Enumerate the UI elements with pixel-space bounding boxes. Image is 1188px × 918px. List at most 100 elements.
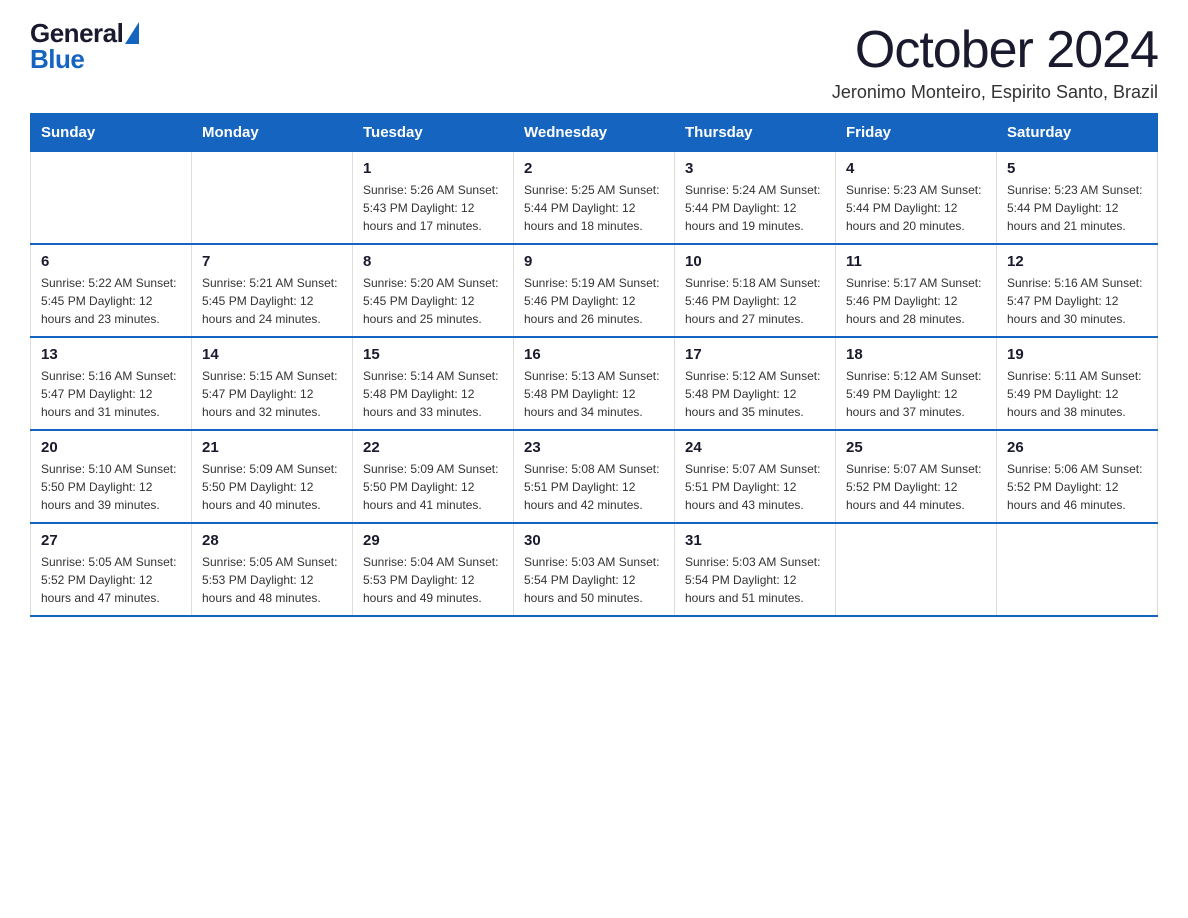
day-detail: Sunrise: 5:21 AM Sunset: 5:45 PM Dayligh… — [202, 274, 342, 328]
calendar-cell: 5Sunrise: 5:23 AM Sunset: 5:44 PM Daylig… — [997, 152, 1158, 245]
calendar-cell: 19 Sunrise: 5:11 AM Sunset: 5:49 PM Dayli… — [997, 337, 1158, 430]
day-detail: Sunrise: 5:03 AM Sunset: 5:54 PM Dayligh… — [524, 553, 664, 607]
day-number: 23 — [524, 439, 664, 456]
day-detail: Sunrise: 5:23 AM Sunset: 5:44 PM Dayligh… — [846, 181, 986, 235]
day-detail: Sunrise: 5:07 AM Sunset: 5:51 PM Dayligh… — [685, 460, 825, 514]
header-sunday: Sunday — [31, 114, 192, 152]
logo-general: General — [30, 20, 123, 46]
day-number: 11 — [846, 253, 986, 270]
day-number: 22 — [363, 439, 503, 456]
day-number: 10 — [685, 253, 825, 270]
day-number: 9 — [524, 253, 664, 270]
day-number: 15 — [363, 346, 503, 363]
header-friday: Friday — [836, 114, 997, 152]
calendar-cell: 6 Sunrise: 5:22 AM Sunset: 5:45 PM Daylig… — [31, 244, 192, 337]
calendar-cell: 30 Sunrise: 5:03 AM Sunset: 5:54 PM Dayli… — [514, 523, 675, 616]
day-number: 29 — [363, 532, 503, 549]
day-number: 5 — [1007, 160, 1147, 177]
calendar-cell: 22 Sunrise: 5:09 AM Sunset: 5:50 PM Dayli… — [353, 430, 514, 523]
calendar-cell: 3Sunrise: 5:24 AM Sunset: 5:44 PM Daylig… — [675, 152, 836, 245]
day-detail: Sunrise: 5:13 AM Sunset: 5:48 PM Dayligh… — [524, 367, 664, 421]
day-detail: Sunrise: 5:25 AM Sunset: 5:44 PM Dayligh… — [524, 181, 664, 235]
day-detail: Sunrise: 5:11 AM Sunset: 5:49 PM Dayligh… — [1007, 367, 1147, 421]
day-number: 21 — [202, 439, 342, 456]
day-number: 1 — [363, 160, 503, 177]
day-detail: Sunrise: 5:09 AM Sunset: 5:50 PM Dayligh… — [363, 460, 503, 514]
calendar-cell: 21 Sunrise: 5:09 AM Sunset: 5:50 PM Dayli… — [192, 430, 353, 523]
calendar-week-row: 27 Sunrise: 5:05 AM Sunset: 5:52 PM Dayli… — [31, 523, 1158, 616]
calendar-cell: 15 Sunrise: 5:14 AM Sunset: 5:48 PM Dayli… — [353, 337, 514, 430]
day-number: 26 — [1007, 439, 1147, 456]
day-detail: Sunrise: 5:09 AM Sunset: 5:50 PM Dayligh… — [202, 460, 342, 514]
day-number: 2 — [524, 160, 664, 177]
day-detail: Sunrise: 5:06 AM Sunset: 5:52 PM Dayligh… — [1007, 460, 1147, 514]
title-block: October 2024 Jeronimo Monteiro, Espirito… — [832, 20, 1158, 103]
calendar-cell: 9 Sunrise: 5:19 AM Sunset: 5:46 PM Daylig… — [514, 244, 675, 337]
day-detail: Sunrise: 5:10 AM Sunset: 5:50 PM Dayligh… — [41, 460, 181, 514]
calendar-cell — [997, 523, 1158, 616]
day-detail: Sunrise: 5:16 AM Sunset: 5:47 PM Dayligh… — [1007, 274, 1147, 328]
calendar-cell: 18Sunrise: 5:12 AM Sunset: 5:49 PM Dayli… — [836, 337, 997, 430]
day-detail: Sunrise: 5:17 AM Sunset: 5:46 PM Dayligh… — [846, 274, 986, 328]
day-detail: Sunrise: 5:16 AM Sunset: 5:47 PM Dayligh… — [41, 367, 181, 421]
page-header: General Blue October 2024 Jeronimo Monte… — [30, 20, 1158, 103]
day-detail: Sunrise: 5:19 AM Sunset: 5:46 PM Dayligh… — [524, 274, 664, 328]
calendar-week-row: 20 Sunrise: 5:10 AM Sunset: 5:50 PM Dayli… — [31, 430, 1158, 523]
day-detail: Sunrise: 5:18 AM Sunset: 5:46 PM Dayligh… — [685, 274, 825, 328]
calendar-cell: 26 Sunrise: 5:06 AM Sunset: 5:52 PM Dayli… — [997, 430, 1158, 523]
day-number: 19 — [1007, 346, 1147, 363]
day-number: 20 — [41, 439, 181, 456]
calendar-cell: 31 Sunrise: 5:03 AM Sunset: 5:54 PM Dayli… — [675, 523, 836, 616]
day-number: 8 — [363, 253, 503, 270]
title-location: Jeronimo Monteiro, Espirito Santo, Brazi… — [832, 82, 1158, 103]
calendar-table: Sunday Monday Tuesday Wednesday Thursday… — [30, 113, 1158, 617]
header-thursday: Thursday — [675, 114, 836, 152]
day-detail: Sunrise: 5:12 AM Sunset: 5:48 PM Dayligh… — [685, 367, 825, 421]
day-number: 3 — [685, 160, 825, 177]
calendar-cell: 17Sunrise: 5:12 AM Sunset: 5:48 PM Dayli… — [675, 337, 836, 430]
header-tuesday: Tuesday — [353, 114, 514, 152]
day-number: 14 — [202, 346, 342, 363]
day-number: 27 — [41, 532, 181, 549]
calendar-cell — [192, 152, 353, 245]
day-number: 7 — [202, 253, 342, 270]
calendar-cell: 1 Sunrise: 5:26 AM Sunset: 5:43 PM Daylig… — [353, 152, 514, 245]
day-detail: Sunrise: 5:04 AM Sunset: 5:53 PM Dayligh… — [363, 553, 503, 607]
day-detail: Sunrise: 5:05 AM Sunset: 5:52 PM Dayligh… — [41, 553, 181, 607]
calendar-week-row: 1 Sunrise: 5:26 AM Sunset: 5:43 PM Daylig… — [31, 152, 1158, 245]
day-detail: Sunrise: 5:26 AM Sunset: 5:43 PM Dayligh… — [363, 181, 503, 235]
day-number: 16 — [524, 346, 664, 363]
day-number: 6 — [41, 253, 181, 270]
calendar-week-row: 6 Sunrise: 5:22 AM Sunset: 5:45 PM Daylig… — [31, 244, 1158, 337]
header-saturday: Saturday — [997, 114, 1158, 152]
day-number: 31 — [685, 532, 825, 549]
day-detail: Sunrise: 5:03 AM Sunset: 5:54 PM Dayligh… — [685, 553, 825, 607]
calendar-header: Sunday Monday Tuesday Wednesday Thursday… — [31, 114, 1158, 152]
calendar-cell: 27 Sunrise: 5:05 AM Sunset: 5:52 PM Dayli… — [31, 523, 192, 616]
calendar-cell: 24 Sunrise: 5:07 AM Sunset: 5:51 PM Dayli… — [675, 430, 836, 523]
logo-blue: Blue — [30, 46, 123, 72]
day-number: 24 — [685, 439, 825, 456]
calendar-cell: 10 Sunrise: 5:18 AM Sunset: 5:46 PM Dayli… — [675, 244, 836, 337]
day-number: 13 — [41, 346, 181, 363]
day-detail: Sunrise: 5:12 AM Sunset: 5:49 PM Dayligh… — [846, 367, 986, 421]
day-number: 4 — [846, 160, 986, 177]
day-detail: Sunrise: 5:05 AM Sunset: 5:53 PM Dayligh… — [202, 553, 342, 607]
calendar-cell: 25Sunrise: 5:07 AM Sunset: 5:52 PM Dayli… — [836, 430, 997, 523]
day-detail: Sunrise: 5:20 AM Sunset: 5:45 PM Dayligh… — [363, 274, 503, 328]
day-detail: Sunrise: 5:15 AM Sunset: 5:47 PM Dayligh… — [202, 367, 342, 421]
day-detail: Sunrise: 5:08 AM Sunset: 5:51 PM Dayligh… — [524, 460, 664, 514]
day-detail: Sunrise: 5:14 AM Sunset: 5:48 PM Dayligh… — [363, 367, 503, 421]
calendar-week-row: 13 Sunrise: 5:16 AM Sunset: 5:47 PM Dayli… — [31, 337, 1158, 430]
calendar-body: 1 Sunrise: 5:26 AM Sunset: 5:43 PM Daylig… — [31, 152, 1158, 617]
day-number: 12 — [1007, 253, 1147, 270]
calendar-cell — [31, 152, 192, 245]
calendar-cell: 11 Sunrise: 5:17 AM Sunset: 5:46 PM Dayli… — [836, 244, 997, 337]
logo-text: General Blue — [30, 20, 123, 72]
calendar-cell: 7 Sunrise: 5:21 AM Sunset: 5:45 PM Daylig… — [192, 244, 353, 337]
day-detail: Sunrise: 5:22 AM Sunset: 5:45 PM Dayligh… — [41, 274, 181, 328]
day-number: 30 — [524, 532, 664, 549]
calendar-cell: 20 Sunrise: 5:10 AM Sunset: 5:50 PM Dayli… — [31, 430, 192, 523]
calendar-cell — [836, 523, 997, 616]
calendar-cell: 2 Sunrise: 5:25 AM Sunset: 5:44 PM Daylig… — [514, 152, 675, 245]
